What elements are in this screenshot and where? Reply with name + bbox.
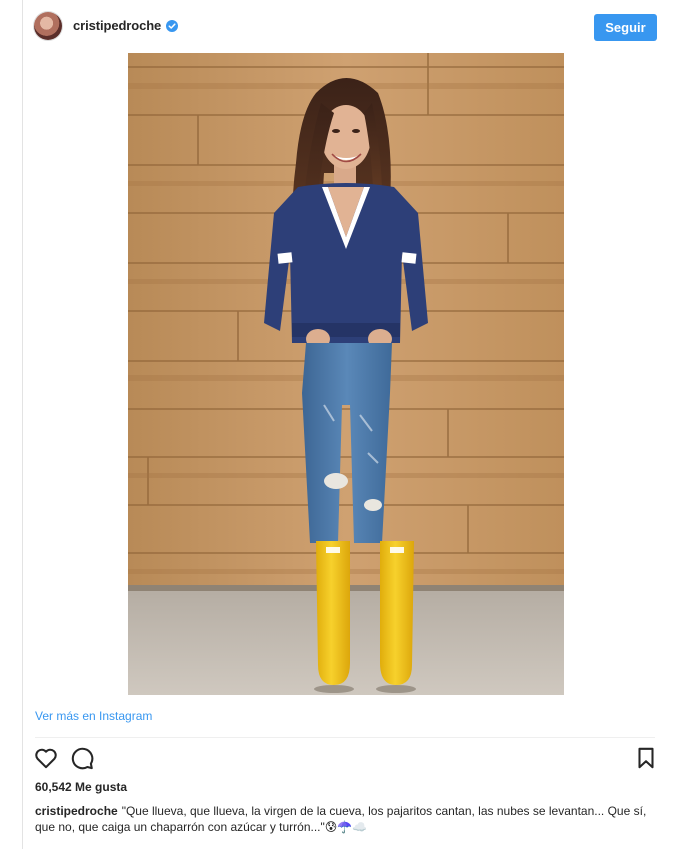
post-photo[interactable] [128,53,564,695]
post-header: cristipedroche Seguir [23,0,678,52]
caption: cristipedroche "Que llueva, que llueva, l… [35,803,657,835]
comment-bubble-icon[interactable] [69,745,95,771]
truncated-line [35,843,235,853]
divider [35,737,655,738]
avatar[interactable] [34,12,62,40]
heart-icon[interactable] [33,745,59,771]
verified-badge-icon [166,20,178,32]
view-more-on-instagram-link[interactable]: Ver más en Instagram [35,709,152,723]
caption-username[interactable]: cristipedroche [35,804,118,818]
follow-button[interactable]: Seguir [594,14,657,41]
caption-emojis: 😰☂️☁️ [324,820,368,834]
likes-count: 60,542 Me gusta [35,780,128,794]
instagram-embed: cristipedroche Seguir Ver más en Instagr… [23,0,678,849]
bookmark-icon[interactable] [633,745,659,771]
username-link[interactable]: cristipedroche [73,18,161,33]
